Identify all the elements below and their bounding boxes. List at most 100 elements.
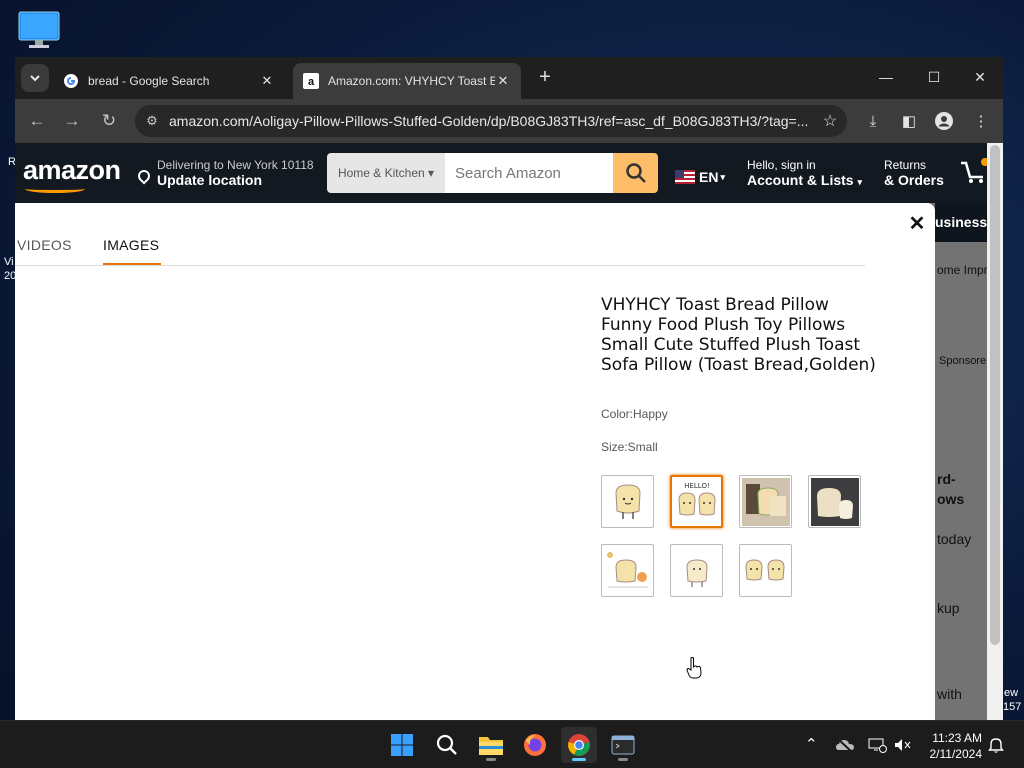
google-icon (63, 73, 79, 89)
amazon-icon: a (303, 73, 319, 89)
toast-single-image (685, 558, 708, 587)
toast-photo-image (741, 477, 790, 526)
browser-window: bread - Google Search ✕ a Amazon.com: VH… (15, 57, 1003, 720)
amazon-logo[interactable]: amazon (23, 155, 121, 186)
tab-title: bread - Google Search (88, 74, 210, 88)
tab-images[interactable]: IMAGES (103, 237, 159, 253)
bg-text: today (937, 531, 972, 547)
bg-text: kup (937, 600, 960, 616)
forward-icon[interactable]: → (60, 109, 84, 133)
tab-amazon[interactable]: a Amazon.com: VHYHCY Toast Br ✕ (293, 63, 521, 99)
tab-strip: bread - Google Search ✕ a Amazon.com: VH… (15, 57, 1003, 99)
tab-videos[interactable]: VIDEOS (17, 237, 72, 253)
file-explorer-icon[interactable] (473, 727, 509, 763)
close-tab-icon[interactable]: ✕ (495, 73, 511, 89)
terminal-icon[interactable] (605, 727, 641, 763)
product-color: Color:Happy (601, 407, 668, 421)
profile-icon[interactable] (932, 109, 956, 133)
firefox-icon[interactable] (517, 727, 553, 763)
scrollbar-thumb[interactable] (990, 145, 1000, 645)
close-modal-icon[interactable]: ✕ (907, 211, 927, 235)
location-pin-icon (135, 167, 153, 185)
bg-text: ome Impro (937, 263, 987, 277)
language-selector[interactable]: EN ▾ (675, 169, 725, 185)
deliver-line2: Update location (157, 172, 263, 188)
svg-text:a: a (308, 76, 315, 88)
language-label: EN (699, 169, 719, 185)
search-category-select[interactable]: Home & Kitchen ▾ (327, 153, 445, 193)
thumbnail[interactable] (739, 544, 792, 597)
download-icon[interactable]: ⤓ (861, 109, 885, 133)
reload-icon[interactable]: ↻ (97, 109, 121, 133)
sidebar-icon[interactable]: ◧ (897, 109, 921, 133)
thumbnail[interactable] (670, 544, 723, 597)
image-modal: ✕ VIDEOS IMAGES VHYHCY Toast Bread Pillo… (15, 203, 935, 720)
toast-dark-image (810, 477, 859, 526)
back-icon[interactable]: ← (25, 109, 49, 133)
orders-line1: Returns (884, 158, 927, 172)
bg-text: with (937, 686, 962, 702)
search-button[interactable] (613, 153, 658, 193)
toast-hello-image: HELLO! (677, 482, 716, 515)
taskbar: ⌃ 11:23 AM 2/11/2024 (0, 720, 1024, 768)
tune-icon[interactable]: ⚙ (135, 113, 169, 129)
product-size: Size:Small (601, 440, 658, 454)
show-hidden-icons-chevron-icon[interactable]: ⌃ (805, 735, 818, 753)
chrome-icon[interactable] (561, 727, 597, 763)
clock-date: 2/11/2024 (929, 747, 983, 761)
thumbnail-selected[interactable]: HELLO! (670, 475, 723, 528)
close-window-button[interactable]: ✕ (957, 63, 1003, 91)
network-icon[interactable] (867, 737, 887, 753)
cart-icon[interactable] (959, 157, 987, 185)
tab-search-button[interactable] (21, 64, 49, 92)
tab-title: Amazon.com: VHYHCY Toast Br (328, 74, 495, 88)
search-icon[interactable] (429, 727, 465, 763)
page-scrollbar[interactable] (987, 143, 1003, 720)
desktop-text: ew (1004, 687, 1019, 699)
bg-text: ows (937, 491, 965, 507)
toast-image (614, 483, 641, 519)
star-icon[interactable]: ☆ (813, 111, 847, 131)
clock-time: 11:23 AM (932, 731, 982, 745)
account-lists[interactable]: Hello, sign in Account & Lists ▾ (747, 158, 862, 188)
account-line1: Hello, sign in (747, 158, 816, 172)
thumbnail[interactable] (739, 475, 792, 528)
svg-text:HELLO!: HELLO! (684, 482, 710, 490)
menu-icon[interactable]: ⋮ (969, 109, 993, 133)
toast-size-image (603, 546, 652, 595)
address-bar[interactable]: ⚙ amazon.com/Aoligay-Pillow-Pillows-Stuf… (135, 105, 847, 137)
running-indicator (572, 758, 586, 761)
onedrive-icon[interactable] (835, 737, 855, 753)
tab-google-search[interactable]: bread - Google Search ✕ (53, 63, 285, 99)
deliver-to[interactable]: Delivering to New York 10118 Update loca… (135, 158, 314, 188)
close-tab-icon[interactable]: ✕ (259, 73, 275, 89)
volume-muted-icon[interactable] (893, 737, 911, 753)
url-text[interactable]: amazon.com/Aoligay-Pillow-Pillows-Stuffe… (169, 113, 813, 129)
amazon-nav: amazon Delivering to New York 10118 Upda… (15, 143, 987, 203)
chevron-down-icon (30, 75, 40, 82)
toast-pair-image (744, 558, 785, 580)
thumbnail[interactable] (808, 475, 861, 528)
thumbnail[interactable] (601, 475, 654, 528)
minimize-button[interactable]: — (863, 63, 909, 91)
orders-line2: & Orders (884, 172, 944, 188)
amazon-search: Home & Kitchen ▾ Search Amazon (327, 153, 658, 193)
this-pc-icon[interactable] (17, 10, 61, 50)
returns-orders[interactable]: Returns & Orders (884, 158, 944, 188)
running-indicator (486, 758, 496, 761)
search-input[interactable]: Search Amazon (445, 153, 613, 193)
amazon-page: amazon Delivering to New York 10118 Upda… (15, 143, 987, 720)
system-clock[interactable]: 11:23 AM 2/11/2024 (918, 730, 983, 762)
maximize-button[interactable]: ☐ (911, 63, 957, 91)
product-title: VHYHCY Toast Bread Pillow Funny Food Plu… (601, 295, 876, 375)
notification-bell-icon[interactable] (988, 736, 1004, 754)
us-flag-icon (675, 170, 695, 184)
new-tab-button[interactable]: + (535, 66, 555, 89)
account-line2: Account & Lists ▾ (747, 172, 862, 188)
thumbnail[interactable] (601, 544, 654, 597)
start-icon[interactable] (384, 727, 420, 763)
bg-text: rd- (937, 471, 956, 487)
desktop-text: 157 (1003, 701, 1022, 713)
search-icon (625, 163, 646, 183)
bg-text: Sponsore (939, 355, 987, 367)
